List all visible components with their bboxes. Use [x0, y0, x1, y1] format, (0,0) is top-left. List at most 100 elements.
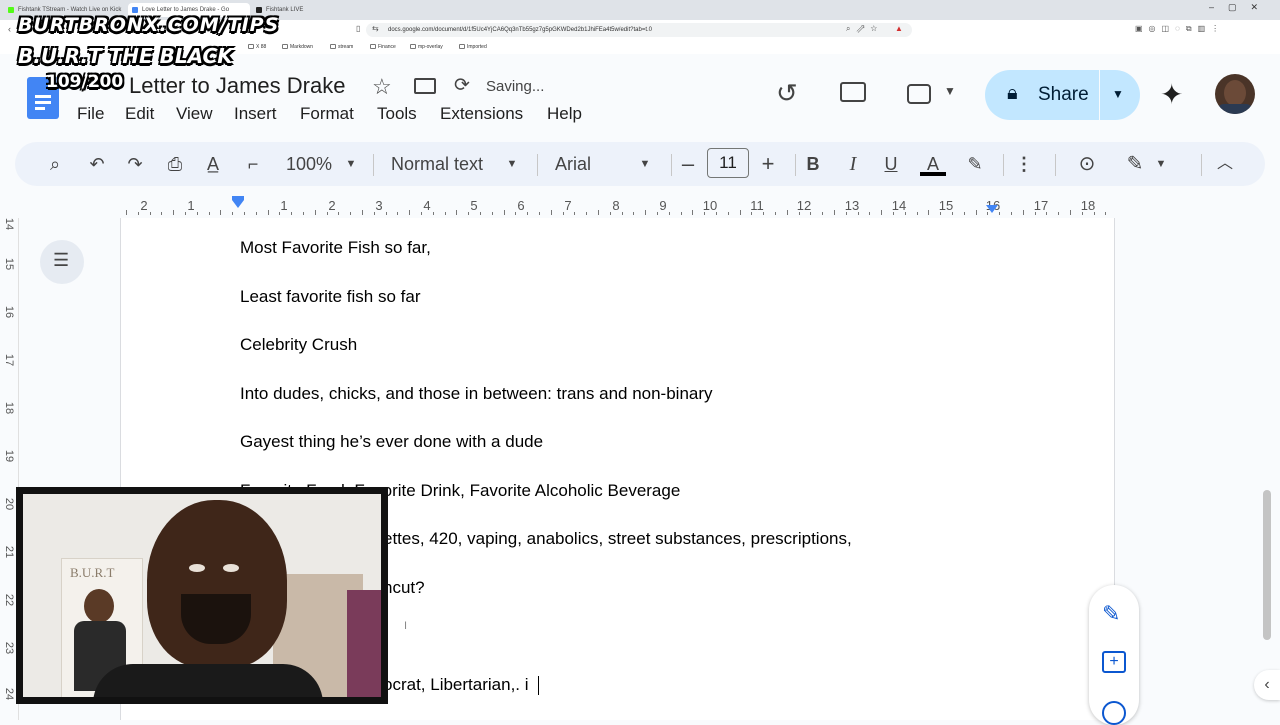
menu-view[interactable]: View [176, 104, 213, 124]
ruler-tick [456, 210, 458, 215]
avatar[interactable] [1215, 74, 1255, 114]
paint-format-icon[interactable]: ⌐ [241, 142, 265, 186]
url-input[interactable]: docs.google.com/document/d/1f5Uc4YjCA6Qq… [366, 23, 912, 37]
ruler-tick [432, 212, 434, 215]
search-menus-icon[interactable]: ⌕ [43, 142, 67, 186]
menu-insert[interactable]: Insert [234, 104, 277, 124]
back-icon[interactable]: ‹ [8, 24, 11, 34]
chevron-down-icon[interactable]: ▼ [637, 142, 653, 186]
site-info-icon[interactable]: ⇆ [372, 24, 379, 33]
tip-site-label: BURTBRONX.COM/TIPS [18, 14, 280, 36]
hide-menus-chevron-up-icon[interactable]: ︿ [1213, 142, 1237, 186]
document-paragraph[interactable]: Celebrity Crush [240, 335, 357, 355]
version-history-icon[interactable]: ↺ [776, 78, 798, 109]
scrollbar-thumb[interactable] [1263, 490, 1271, 640]
italic-button[interactable]: I [841, 142, 865, 186]
paragraph-style-select[interactable]: Normal text [391, 142, 501, 186]
horizontal-ruler[interactable]: 2 1 1 2 3 4 5 6 7 8 9 10 11 12 13 14 15 … [120, 196, 1113, 218]
ruler-number: 7 [564, 198, 572, 213]
editing-mode-pencil-icon[interactable]: ✎ [1123, 142, 1147, 186]
print-icon[interactable]: ⎙ [163, 142, 187, 186]
ruler-tick [657, 212, 658, 215]
bookmark-item[interactable]: Finance [370, 43, 396, 51]
address-actions-icon[interactable]: ⌕⇗☆ [846, 24, 883, 34]
spellcheck-icon[interactable]: A̲ [201, 142, 225, 186]
highlight-pen-icon[interactable]: ✎ [963, 142, 987, 186]
ruler-tick [716, 212, 717, 215]
move-folder-icon[interactable] [414, 78, 436, 94]
bookmark-page-icon[interactable]: ▯ [356, 24, 360, 33]
document-paragraph[interactable]: ettes, 420, vaping, anabolics, street su… [383, 529, 852, 549]
voice-typing-icon[interactable]: ⊙ [1075, 142, 1099, 186]
bold-button[interactable]: B [801, 142, 825, 186]
ruler-tick [527, 212, 529, 215]
bookmark-item[interactable]: mp-overlay [410, 43, 443, 51]
menu-edit[interactable]: Edit [125, 104, 154, 124]
undo-icon[interactable]: ↶ [85, 142, 109, 186]
redo-icon[interactable]: ↷ [123, 142, 147, 186]
text-cursor [538, 676, 539, 695]
ruler-tick [385, 212, 387, 215]
menu-help[interactable]: Help [547, 104, 582, 124]
document-paragraph[interactable]: Into dudes, chicks, and those in between… [240, 384, 713, 404]
ruler-number: 21 [3, 545, 16, 559]
chevron-down-icon[interactable]: ▼ [944, 84, 956, 98]
document-paragraph[interactable]: ncut? [383, 578, 425, 598]
left-indent-marker-icon[interactable] [232, 200, 244, 208]
underline-button[interactable]: U [879, 142, 903, 186]
meet-camera-icon[interactable] [907, 84, 931, 104]
bookmark-item[interactable]: stream [330, 43, 353, 51]
chevron-down-icon[interactable]: ▼ [343, 142, 359, 186]
i-beam-cursor-icon: I [404, 620, 408, 632]
window-controls[interactable]: –▢✕ [1209, 2, 1272, 13]
decrease-font-size-button[interactable]: – [676, 142, 700, 186]
goal-counter: 109/200 [46, 72, 124, 92]
fishtank-favicon-icon [256, 7, 262, 13]
extension-icons[interactable]: ▣◎◫◌⧉▥⋮ [1135, 24, 1225, 34]
ruler-tick [916, 212, 918, 215]
ruler-tick [893, 212, 894, 215]
ruler-tick [421, 212, 422, 215]
ruler-tick [857, 212, 859, 215]
document-outline-button[interactable]: ☰ [40, 240, 84, 284]
share-button[interactable]: 🔒︎ Share [985, 70, 1099, 120]
ruler-number: 19 [3, 449, 16, 463]
menu-file[interactable]: File [77, 104, 104, 124]
gemini-sparkle-icon[interactable]: ✦ [1160, 78, 1183, 111]
menu-tools[interactable]: Tools [377, 104, 417, 124]
document-paragraph[interactable]: ocrat, Libertarian,. i [383, 675, 529, 695]
bookmark-item[interactable]: Imported [459, 43, 487, 51]
menu-extensions[interactable]: Extensions [440, 104, 523, 124]
font-size-input[interactable]: 11 [707, 148, 749, 178]
ruler-number: 17 [1033, 198, 1049, 213]
menu-format[interactable]: Format [300, 104, 354, 124]
ruler-tick [834, 210, 835, 215]
ruler-number: 4 [423, 198, 431, 213]
document-paragraph[interactable]: Most Favorite Fish so far, [240, 238, 431, 258]
zoom-select[interactable]: 100% [281, 142, 337, 186]
first-line-indent-marker-icon[interactable] [232, 196, 244, 200]
document-paragraph[interactable]: Least favorite fish so far [240, 287, 420, 307]
ruler-tick [621, 212, 623, 215]
add-emoji-icon[interactable] [1102, 701, 1126, 725]
star-icon[interactable]: ☆ [372, 74, 392, 100]
ruler-tick [881, 210, 883, 215]
document-paragraph[interactable]: Gayest thing he’s ever done with a dude [240, 432, 543, 452]
bookmark-item[interactable]: Markdown [282, 43, 313, 51]
comments-icon[interactable] [840, 82, 866, 102]
more-options-button[interactable]: ⋮ [1012, 142, 1036, 186]
text-color-button[interactable]: A [920, 142, 946, 186]
chevron-down-icon[interactable]: ▼ [1153, 142, 1169, 186]
side-panel-toggle[interactable]: ‹ [1254, 670, 1280, 700]
ruler-number: 12 [796, 198, 812, 213]
help-me-write-icon[interactable]: ✎ [1102, 601, 1120, 627]
chevron-down-icon[interactable]: ▼ [504, 142, 520, 186]
increase-font-size-button[interactable]: + [756, 142, 780, 186]
ruler-tick [1093, 212, 1095, 215]
add-comment-icon[interactable]: + [1102, 651, 1126, 673]
share-label: Share [1038, 84, 1089, 105]
ruler-tick [208, 212, 210, 215]
font-family-select[interactable]: Arial [555, 142, 615, 186]
ruler-number: 10 [702, 198, 718, 213]
ruler-tick [409, 210, 411, 215]
